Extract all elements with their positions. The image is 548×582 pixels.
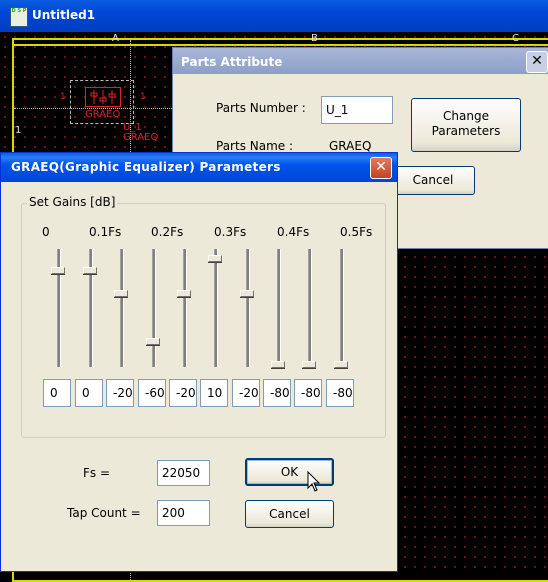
gain-input-1[interactable]: 0: [43, 379, 71, 407]
column-label-c: C: [512, 33, 519, 44]
freq-label-0-5fs: 0.5Fs: [340, 225, 373, 239]
slider-track-9[interactable]: [308, 249, 312, 367]
parts-attribute-title: Parts Attribute: [181, 55, 283, 69]
slider-thumb-2[interactable]: [83, 267, 97, 274]
freq-label-0-2fs: 0.2Fs: [151, 225, 184, 239]
column-label-a: A: [112, 33, 119, 44]
row-label-1: 1: [15, 125, 22, 136]
graeq-parameters-dialog: GRAEQ(Graphic Equalizer) Parameters ✕ Se…: [0, 152, 398, 572]
freq-label-0: 0: [42, 225, 50, 239]
part-ref-name: GRAEQ: [123, 132, 159, 143]
slider-track-7[interactable]: [246, 249, 250, 367]
parts-name-label: Parts Name :: [216, 139, 294, 153]
gain-input-10[interactable]: -80: [326, 379, 354, 407]
slider-thumb-4[interactable]: [146, 338, 160, 345]
parts-attribute-titlebar[interactable]: Parts Attribute ✕: [173, 48, 548, 74]
slider-thumb-7[interactable]: [240, 290, 254, 297]
slider-track-10[interactable]: [340, 249, 344, 367]
tap-count-input[interactable]: 200: [157, 500, 210, 526]
slider-thumb-8[interactable]: [271, 361, 285, 368]
fs-input[interactable]: 22050: [157, 460, 210, 486]
dialog-titlebar[interactable]: GRAEQ(Graphic Equalizer) Parameters ✕: [1, 153, 397, 182]
slider-track-6[interactable]: [214, 249, 218, 367]
slider-thumb-1[interactable]: [51, 267, 65, 274]
cancel-button[interactable]: Cancel: [245, 500, 334, 528]
freq-label-0-1fs: 0.1Fs: [89, 225, 122, 239]
part-name-label: GRAEQ: [85, 109, 121, 120]
editor-titlebar[interactable]: D S P Untitled1: [0, 0, 548, 32]
parts-number-input[interactable]: U_1: [321, 96, 393, 124]
gain-input-5[interactable]: -20: [169, 379, 197, 407]
pin-out-label: 1: [140, 92, 146, 102]
gain-input-2[interactable]: 0: [75, 379, 103, 407]
slider-track-4[interactable]: [152, 249, 156, 367]
mouse-cursor-icon: [307, 471, 321, 492]
slider-thumb-5[interactable]: [177, 290, 191, 297]
slider-thumb-6[interactable]: [208, 255, 222, 262]
freq-label-0-3fs: 0.3Fs: [214, 225, 247, 239]
close-icon[interactable]: ✕: [526, 51, 548, 73]
gain-input-6[interactable]: 10: [200, 379, 228, 407]
pin-in-label: 1: [60, 92, 66, 102]
parts-attribute-cancel-button[interactable]: Cancel: [391, 166, 475, 195]
graeq-part-symbol[interactable]: GRAEQ: [70, 80, 134, 124]
equalizer-symbol-icon: [90, 90, 116, 104]
freq-label-0-4fs: 0.4Fs: [277, 225, 310, 239]
fs-label: Fs =: [83, 466, 111, 480]
sheet-ruler: [14, 40, 548, 46]
slider-thumb-10[interactable]: [334, 361, 348, 368]
parts-name-value: GRAEQ: [329, 139, 372, 153]
tap-count-label: Tap Count =: [67, 506, 141, 520]
gain-input-3[interactable]: -20: [106, 379, 134, 407]
gain-input-8[interactable]: -80: [263, 379, 291, 407]
slider-track-3[interactable]: [120, 249, 124, 367]
editor-title: Untitled1: [32, 8, 96, 22]
gain-input-7[interactable]: -20: [232, 379, 260, 407]
set-gains-label: Set Gains [dB]: [27, 195, 118, 209]
slider-track-8[interactable]: [277, 249, 281, 367]
close-icon[interactable]: ✕: [370, 157, 392, 179]
slider-track-5[interactable]: [183, 249, 187, 367]
gain-input-4[interactable]: -60: [138, 379, 166, 407]
change-parameters-button[interactable]: Change Parameters: [411, 98, 521, 152]
slider-thumb-3[interactable]: [114, 290, 128, 297]
parts-number-label: Parts Number :: [216, 101, 306, 115]
gain-input-9[interactable]: -80: [294, 379, 322, 407]
column-label-b: B: [311, 33, 318, 44]
dialog-title: GRAEQ(Graphic Equalizer) Parameters: [11, 160, 281, 174]
slider-thumb-9[interactable]: [302, 361, 316, 368]
app-logo-icon: D S P: [10, 7, 28, 27]
part-ref-label: U_1 GRAEQ: [123, 123, 158, 143]
part-body: [85, 87, 121, 107]
